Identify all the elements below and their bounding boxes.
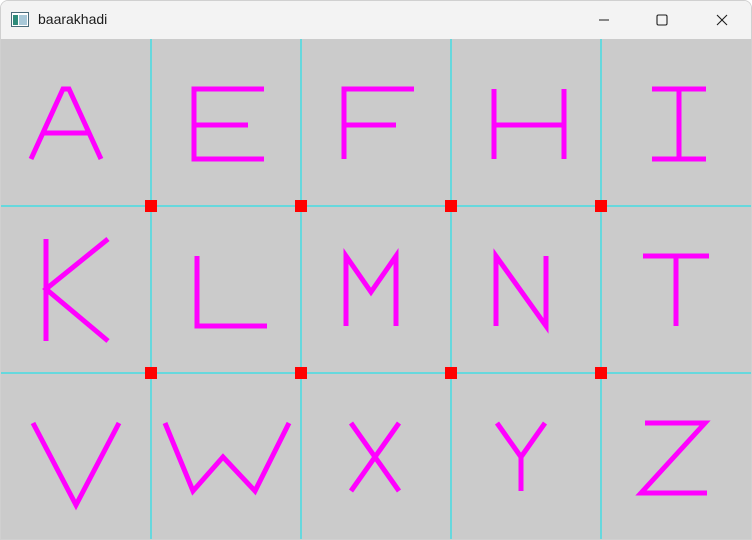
intersection-marker	[445, 367, 457, 379]
letter-stroke	[28, 86, 104, 161]
letter-stroke	[162, 421, 292, 496]
minimize-icon	[599, 19, 609, 21]
intersection-marker	[595, 367, 607, 379]
letter-x	[348, 421, 402, 493]
app-window-icon	[11, 12, 29, 27]
letter-grid-board	[1, 39, 751, 539]
letter-stroke	[194, 256, 267, 329]
drawing-canvas[interactable]	[1, 39, 751, 539]
letter-h	[491, 89, 567, 159]
close-button[interactable]	[693, 1, 751, 39]
letter-t	[643, 253, 709, 326]
letter-f	[341, 86, 414, 159]
letter-stroke	[191, 86, 264, 162]
app-window: baarakhadi	[0, 0, 752, 540]
letter-i	[652, 86, 706, 162]
intersection-marker	[295, 367, 307, 379]
window-title: baarakhadi	[38, 11, 108, 27]
letter-k	[42, 237, 110, 343]
letter-z	[635, 420, 711, 496]
intersection-marker	[295, 200, 307, 212]
minimize-button[interactable]	[575, 1, 633, 39]
letter-stroke	[494, 421, 548, 491]
letter-m	[343, 248, 399, 326]
letter-e	[191, 86, 264, 162]
intersection-marker	[145, 367, 157, 379]
letter-y	[494, 421, 548, 491]
letter-w	[162, 421, 292, 496]
letter-v	[30, 421, 122, 511]
title-bar[interactable]: baarakhadi	[1, 1, 751, 39]
letter-n	[493, 248, 549, 334]
letter-stroke	[652, 86, 706, 162]
letter-stroke	[635, 420, 711, 496]
letter-stroke	[643, 253, 709, 326]
letter-stroke	[343, 248, 399, 326]
letter-stroke	[30, 421, 122, 511]
intersection-marker	[145, 200, 157, 212]
letter-a	[28, 86, 104, 161]
maximize-button[interactable]	[633, 1, 691, 39]
intersection-marker	[445, 200, 457, 212]
letter-stroke	[42, 237, 110, 343]
letter-stroke	[491, 89, 567, 159]
letter-stroke	[348, 421, 402, 493]
letter-stroke	[493, 248, 549, 334]
intersection-marker	[595, 200, 607, 212]
maximize-icon	[656, 14, 668, 26]
letter-l	[194, 256, 267, 329]
letter-stroke	[341, 86, 414, 159]
close-icon	[716, 14, 728, 26]
